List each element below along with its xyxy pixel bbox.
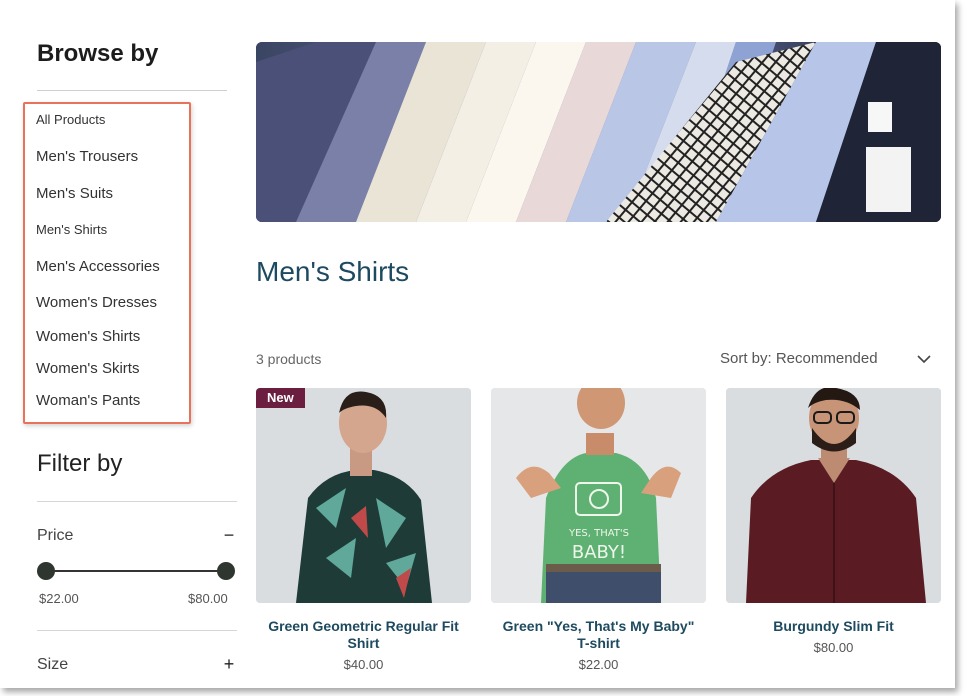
- product-image[interactable]: [726, 388, 941, 603]
- category-mens-suits[interactable]: Men's Suits: [36, 185, 113, 202]
- price-slider-min-handle[interactable]: [37, 562, 55, 580]
- product-name[interactable]: Burgundy Slim Fit: [726, 618, 941, 635]
- product-image[interactable]: New: [256, 388, 471, 603]
- sort-dropdown[interactable]: Sort by: Recommended: [720, 350, 878, 367]
- page-frame: Browse by All Products Men's Trousers Me…: [0, 0, 955, 688]
- price-filter-label[interactable]: Price: [37, 527, 73, 545]
- product-price: $80.00: [813, 640, 854, 655]
- price-slider-max-handle[interactable]: [217, 562, 235, 580]
- chevron-down-icon[interactable]: [916, 352, 932, 366]
- price-min-value: $22.00: [39, 591, 79, 606]
- product-name[interactable]: Green "Yes, That's My Baby" T-shirt: [491, 618, 706, 652]
- price-slider-track[interactable]: [46, 570, 226, 572]
- svg-text:BABY!: BABY!: [572, 542, 626, 563]
- product-card[interactable]: Burgundy Slim Fit $80.00: [726, 388, 941, 655]
- category-womans-pants[interactable]: Woman's Pants: [36, 392, 140, 409]
- category-banner-image: [256, 42, 941, 222]
- category-mens-trousers[interactable]: Men's Trousers: [36, 148, 138, 165]
- product-price: $22.00: [578, 657, 619, 672]
- price-max-value: $80.00: [188, 591, 228, 606]
- product-count: 3 products: [256, 351, 322, 367]
- category-womens-skirts[interactable]: Women's Skirts: [36, 360, 139, 377]
- category-mens-shirts[interactable]: Men's Shirts: [36, 222, 107, 237]
- new-badge: New: [256, 388, 305, 408]
- filter-title: Filter by: [37, 450, 123, 477]
- browse-title: Browse by: [37, 40, 159, 67]
- expand-size-button[interactable]: +: [221, 654, 237, 675]
- category-all-products[interactable]: All Products: [36, 112, 105, 127]
- product-image[interactable]: YES, THAT'S BABY!: [491, 388, 706, 603]
- product-price: $40.00: [343, 657, 384, 672]
- product-name[interactable]: Green Geometric Regular Fit Shirt: [256, 618, 471, 652]
- page-title: Men's Shirts: [256, 256, 410, 287]
- size-filter-label[interactable]: Size: [37, 656, 68, 674]
- category-womens-dresses[interactable]: Women's Dresses: [36, 294, 157, 311]
- category-womens-shirts[interactable]: Women's Shirts: [36, 328, 140, 345]
- divider: [37, 630, 237, 631]
- collapse-price-button[interactable]: −: [221, 525, 237, 546]
- product-card[interactable]: YES, THAT'S BABY! Green "Yes, That's My …: [491, 388, 706, 672]
- product-card[interactable]: New Green Geometric Regular Fit Shirt $4…: [256, 388, 471, 672]
- divider: [37, 90, 227, 91]
- divider: [37, 501, 237, 502]
- svg-text:YES, THAT'S: YES, THAT'S: [568, 528, 629, 539]
- category-mens-accessories[interactable]: Men's Accessories: [36, 258, 160, 275]
